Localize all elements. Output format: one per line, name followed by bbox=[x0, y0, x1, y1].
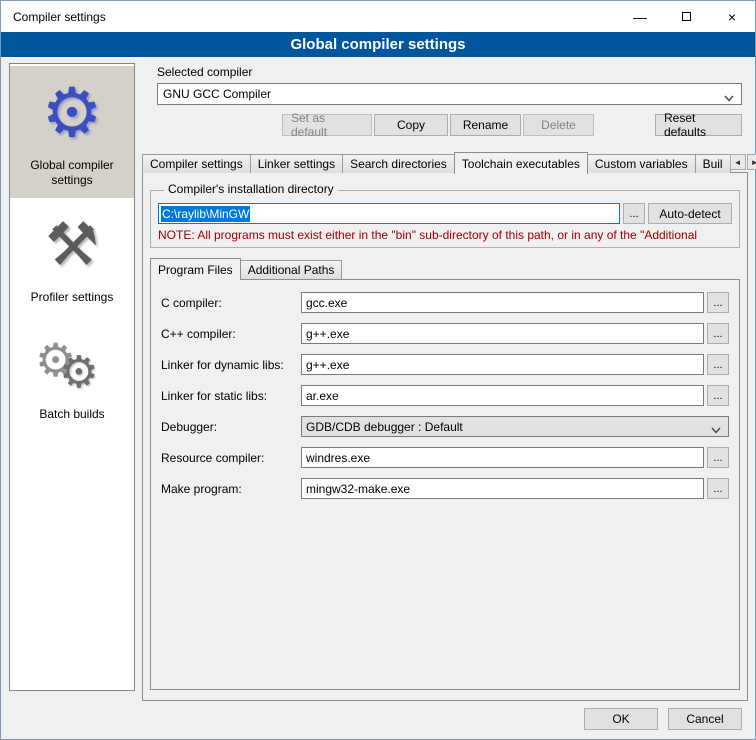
program-files-panel: C compiler: gcc.exe ... C++ compiler: g+… bbox=[150, 279, 740, 690]
dialog-header: Global compiler settings bbox=[1, 32, 755, 57]
sidebar-item-batch-builds[interactable]: ⚙ ⚙ Batch builds bbox=[10, 315, 134, 432]
program-files-tab-strip: Program Files Additional Paths bbox=[150, 257, 740, 279]
linker-static-row: Linker for static libs: ar.exe ... bbox=[161, 385, 729, 406]
c-compiler-input[interactable]: gcc.exe bbox=[301, 292, 704, 313]
installation-directory-row: C:\raylib\MinGW ... Auto-detect bbox=[158, 203, 732, 224]
c-compiler-row: C compiler: gcc.exe ... bbox=[161, 292, 729, 313]
sidebar-item-profiler-settings[interactable]: ⚒ Profiler settings bbox=[10, 198, 134, 315]
tab-custom-variables[interactable]: Custom variables bbox=[587, 154, 696, 173]
rename-button[interactable]: Rename bbox=[450, 114, 521, 136]
debugger-row: Debugger: GDB/CDB debugger : Default bbox=[161, 416, 729, 437]
selected-compiler-dropdown[interactable]: GNU GCC Compiler bbox=[157, 83, 742, 105]
cpp-compiler-browse-button[interactable]: ... bbox=[707, 323, 729, 344]
linker-static-label: Linker for static libs: bbox=[161, 389, 301, 403]
chevron-down-icon bbox=[724, 91, 734, 98]
window-controls: — × bbox=[617, 1, 755, 32]
tab-scroll-left-icon[interactable]: ◄ bbox=[730, 154, 746, 170]
cancel-button[interactable]: Cancel bbox=[668, 708, 742, 730]
cpp-compiler-row: C++ compiler: g++.exe ... bbox=[161, 323, 729, 344]
bin-subdirectory-note: NOTE: All programs must exist either in … bbox=[158, 228, 732, 242]
tab-search-directories[interactable]: Search directories bbox=[342, 154, 455, 173]
settings-tab-strip: Compiler settings Linker settings Search… bbox=[142, 151, 748, 173]
installation-directory-group-title: Compiler's installation directory bbox=[164, 182, 338, 196]
linker-dynamic-browse-button[interactable]: ... bbox=[707, 354, 729, 375]
sidebar-item-global-compiler-settings[interactable]: ⚙ Global compiler settings bbox=[10, 66, 134, 198]
debugger-dropdown[interactable]: GDB/CDB debugger : Default bbox=[301, 416, 729, 437]
tab-build-truncated[interactable]: Buil bbox=[695, 154, 731, 173]
reset-defaults-button[interactable]: Reset defaults bbox=[655, 114, 742, 136]
linker-dynamic-label: Linker for dynamic libs: bbox=[161, 358, 301, 372]
sidebar-item-label: Batch builds bbox=[13, 407, 131, 422]
resource-compiler-row: Resource compiler: windres.exe ... bbox=[161, 447, 729, 468]
settings-category-list: ⚙ Global compiler settings ⚒ Profiler se… bbox=[9, 63, 135, 691]
cpp-compiler-input[interactable]: g++.exe bbox=[301, 323, 704, 344]
maximize-icon bbox=[682, 12, 691, 21]
delete-button: Delete bbox=[523, 114, 594, 136]
gears-stack-icon: ⚙ ⚙ bbox=[13, 323, 131, 401]
linker-static-input[interactable]: ar.exe bbox=[301, 385, 704, 406]
profiler-tool-icon: ⚒ bbox=[13, 206, 131, 284]
tab-toolchain-executables[interactable]: Toolchain executables bbox=[454, 152, 588, 174]
debugger-value: GDB/CDB debugger : Default bbox=[306, 420, 463, 434]
installation-directory-group: Compiler's installation directory C:\ray… bbox=[150, 190, 740, 248]
resource-compiler-input[interactable]: windres.exe bbox=[301, 447, 704, 468]
c-compiler-label: C compiler: bbox=[161, 296, 301, 310]
close-button[interactable]: × bbox=[709, 1, 755, 32]
copy-button[interactable]: Copy bbox=[374, 114, 448, 136]
make-program-browse-button[interactable]: ... bbox=[707, 478, 729, 499]
blue-gear-icon: ⚙ bbox=[13, 74, 131, 152]
installation-directory-input[interactable]: C:\raylib\MinGW bbox=[158, 203, 620, 224]
linker-dynamic-row: Linker for dynamic libs: g++.exe ... bbox=[161, 354, 729, 375]
tab-linker-settings[interactable]: Linker settings bbox=[250, 154, 343, 173]
set-as-default-button: Set as default bbox=[282, 114, 372, 136]
auto-detect-button[interactable]: Auto-detect bbox=[648, 203, 732, 224]
dialog-footer: OK Cancel bbox=[584, 708, 742, 730]
tab-scroll-right-icon[interactable]: ► bbox=[747, 154, 756, 170]
linker-static-browse-button[interactable]: ... bbox=[707, 385, 729, 406]
chevron-down-icon bbox=[711, 423, 721, 430]
subtab-additional-paths[interactable]: Additional Paths bbox=[240, 260, 343, 279]
make-program-input[interactable]: mingw32-make.exe bbox=[301, 478, 704, 499]
installation-directory-browse-button[interactable]: ... bbox=[623, 203, 645, 224]
make-program-label: Make program: bbox=[161, 482, 301, 496]
window-title: Compiler settings bbox=[13, 10, 106, 24]
tab-compiler-settings[interactable]: Compiler settings bbox=[142, 154, 251, 173]
compiler-settings-dialog: Compiler settings — × Global compiler se… bbox=[0, 0, 756, 740]
selected-compiler-value: GNU GCC Compiler bbox=[163, 87, 271, 101]
cpp-compiler-label: C++ compiler: bbox=[161, 327, 301, 341]
minimize-button[interactable]: — bbox=[617, 1, 663, 32]
toolchain-executables-panel: Compiler's installation directory C:\ray… bbox=[142, 172, 748, 701]
compiler-selection-section: Selected compiler GNU GCC Compiler Set a… bbox=[157, 65, 742, 136]
installation-directory-value: C:\raylib\MinGW bbox=[161, 206, 250, 222]
linker-dynamic-input[interactable]: g++.exe bbox=[301, 354, 704, 375]
sidebar-item-label: Global compiler settings bbox=[13, 158, 131, 188]
make-program-row: Make program: mingw32-make.exe ... bbox=[161, 478, 729, 499]
subtab-program-files[interactable]: Program Files bbox=[150, 258, 241, 280]
selected-compiler-label: Selected compiler bbox=[157, 65, 742, 79]
dialog-content: ⚙ Global compiler settings ⚒ Profiler se… bbox=[1, 57, 755, 739]
dialog-header-title: Global compiler settings bbox=[290, 36, 465, 53]
debugger-label: Debugger: bbox=[161, 420, 301, 434]
resource-compiler-browse-button[interactable]: ... bbox=[707, 447, 729, 468]
tab-scroll-arrows: ◄ ► bbox=[730, 154, 756, 170]
sidebar-item-label: Profiler settings bbox=[13, 290, 131, 305]
ok-button[interactable]: OK bbox=[584, 708, 658, 730]
maximize-button[interactable] bbox=[663, 1, 709, 32]
resource-compiler-label: Resource compiler: bbox=[161, 451, 301, 465]
c-compiler-browse-button[interactable]: ... bbox=[707, 292, 729, 313]
title-bar[interactable]: Compiler settings — × bbox=[1, 1, 755, 32]
compiler-action-buttons: Set as default Copy Rename Delete Reset … bbox=[157, 114, 742, 136]
